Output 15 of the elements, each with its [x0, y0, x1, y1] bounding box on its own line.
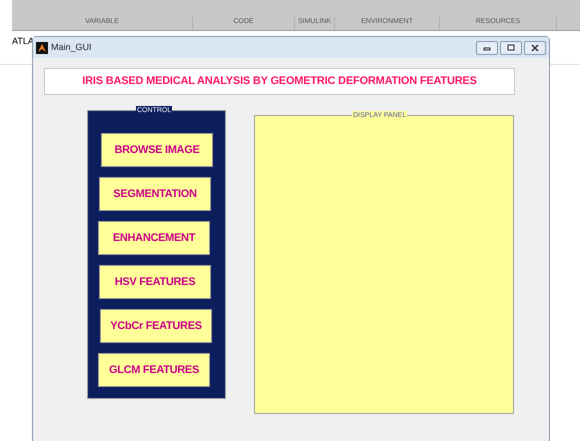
minimize-icon [483, 44, 491, 50]
close-icon [531, 44, 539, 52]
action-button[interactable]: ENHANCEMENT [98, 221, 210, 255]
heading: IRIS BASED MEDICAL ANALYSIS BY GEOMETRIC DEFORMATION FEATURES [44, 68, 515, 95]
action-button[interactable]: YCbCr FEATURES [100, 309, 212, 343]
app-icon [36, 42, 48, 54]
minimize-button[interactable] [476, 40, 498, 54]
maximize-button[interactable] [500, 40, 522, 54]
maximize-icon [507, 44, 515, 51]
action-button[interactable]: BROWSE IMAGE [101, 133, 213, 167]
close-button[interactable] [524, 40, 546, 54]
action-button[interactable]: GLCM FEATURES [98, 353, 210, 387]
action-button[interactable]: HSV FEATURES [99, 265, 211, 299]
window-title: Main_GUI [51, 40, 92, 54]
action-button[interactable]: SEGMENTATION [99, 177, 211, 211]
